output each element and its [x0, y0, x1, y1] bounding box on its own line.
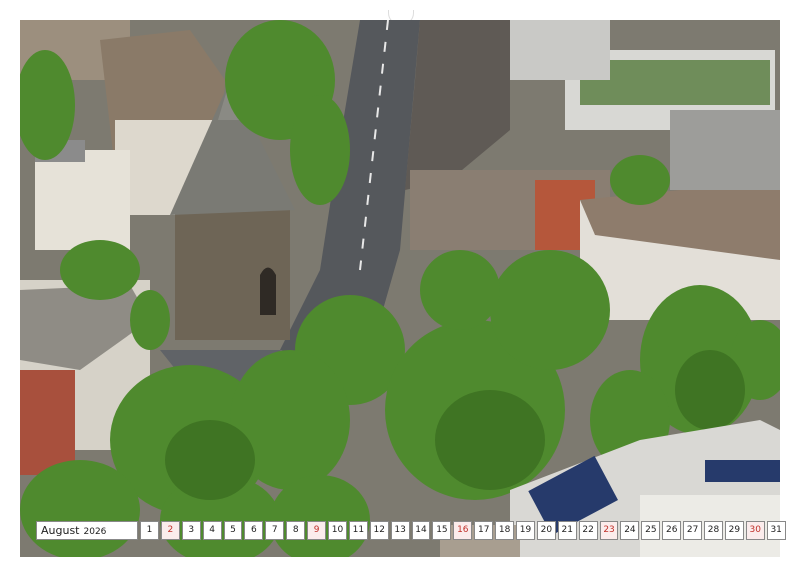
calendar-day: 22: [578, 521, 598, 540]
calendar-strip: August 2026 1 2 3 4 5 6 7 8 9 10 11 12 13 14 15 16 17 18 19…: [36, 521, 786, 540]
calendar-day: 1: [140, 521, 159, 540]
calendar-day: 19: [516, 521, 535, 540]
calendar-day: 31: [766, 521, 786, 540]
calendar-day: 16: [453, 521, 473, 540]
calendar-day: 14: [411, 521, 431, 540]
calendar-day: 18: [495, 521, 515, 540]
calendar-day: 25: [641, 521, 661, 540]
year-label: 2026: [83, 527, 107, 537]
calendar-day: 4: [202, 521, 222, 540]
calendar-day: 24: [620, 521, 640, 540]
calendar-day: 6: [244, 521, 264, 540]
month-label: August 2026: [36, 521, 138, 540]
month-name: August: [41, 524, 80, 537]
calendar-day: 12: [369, 521, 389, 540]
calendar-day: 11: [348, 521, 368, 540]
calendar-day: 20: [536, 521, 556, 540]
aerial-city-scene: [20, 20, 780, 557]
calendar-day: 29: [724, 521, 744, 540]
calendar-day: 30: [745, 521, 765, 540]
calendar-day: 2: [160, 521, 180, 540]
calendar-day: 15: [432, 521, 452, 540]
calendar-day: 13: [390, 521, 410, 540]
calendar-day: 3: [181, 521, 201, 540]
calendar-day: 26: [662, 521, 682, 540]
calendar-day: 10: [328, 521, 347, 540]
calendar-day: 21: [557, 521, 577, 540]
calendar-day: 23: [599, 521, 619, 540]
calendar-day: 9: [307, 521, 327, 540]
calendar-day: 27: [683, 521, 703, 540]
aerial-photo: [20, 20, 780, 557]
calendar-day: 7: [265, 521, 285, 540]
calendar-day: 28: [704, 521, 723, 540]
calendar-day: 17: [474, 521, 494, 540]
calendar-day: 8: [286, 521, 306, 540]
calendar-day: 5: [223, 521, 243, 540]
